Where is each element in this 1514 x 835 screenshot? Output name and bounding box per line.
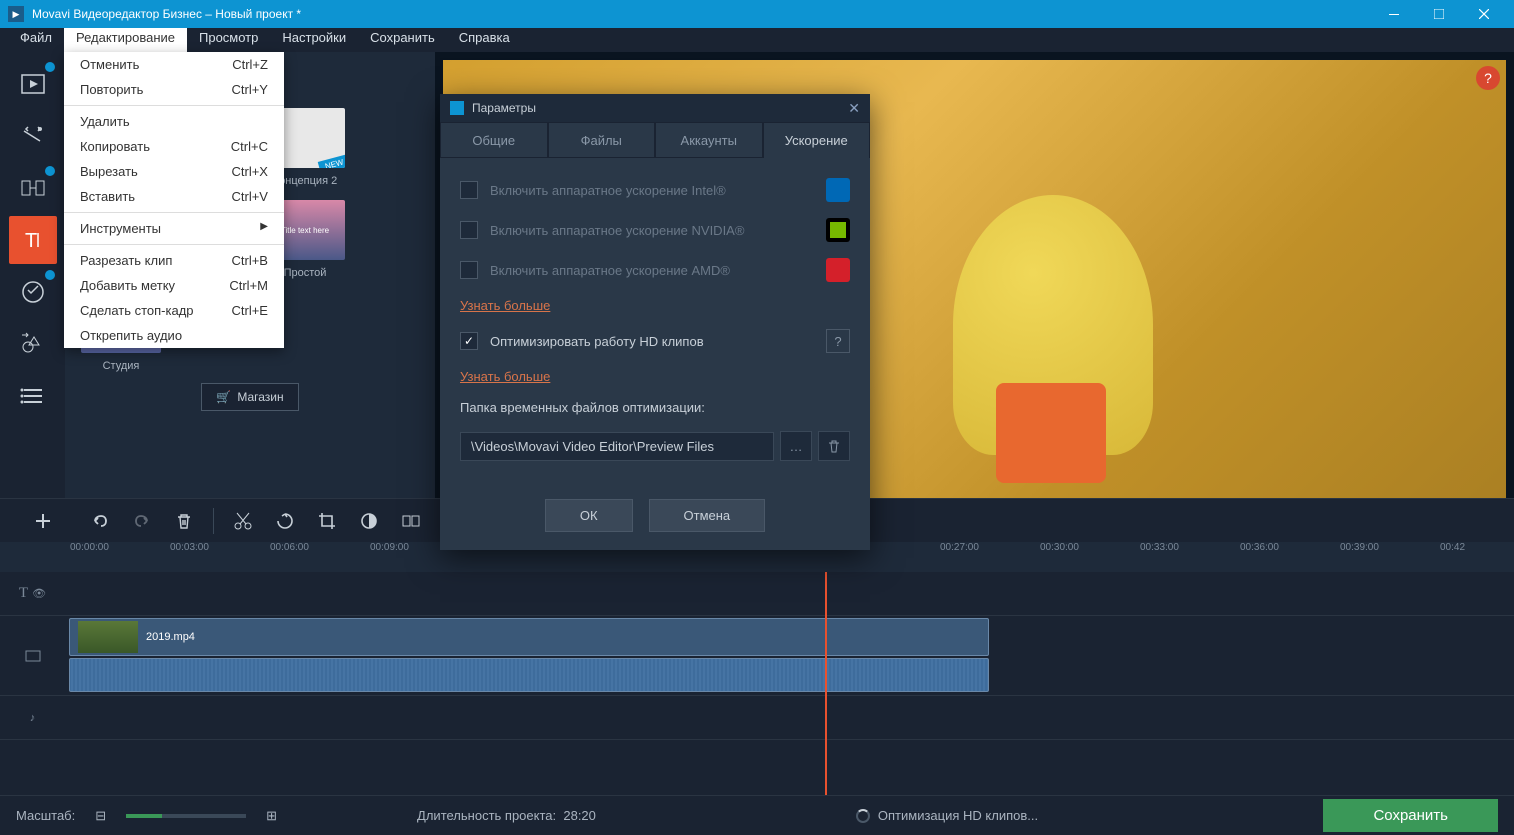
- dd-marker[interactable]: Добавить меткуCtrl+M: [64, 273, 284, 298]
- title-track[interactable]: [65, 572, 1514, 616]
- tab-general[interactable]: Общие: [440, 122, 548, 158]
- learn-more-hw-link[interactable]: Узнать больше: [460, 298, 850, 313]
- menu-settings[interactable]: Настройки: [270, 28, 358, 52]
- zoom-label: Масштаб:: [16, 808, 75, 823]
- delete-button[interactable]: [167, 504, 201, 538]
- dd-cut[interactable]: ВырезатьCtrl+X: [64, 159, 284, 184]
- ok-button[interactable]: ОК: [545, 499, 633, 532]
- dd-detach[interactable]: Открепить аудио: [64, 323, 284, 348]
- cancel-button[interactable]: Отмена: [649, 499, 766, 532]
- zoom-in-icon[interactable]: ⊞: [266, 808, 277, 824]
- window-title: Movavi Видеоредактор Бизнес – Новый прое…: [32, 7, 1371, 21]
- sidebar-stickers[interactable]: [9, 268, 57, 316]
- dd-tools[interactable]: Инструменты▶: [64, 216, 284, 241]
- amd-checkbox[interactable]: [460, 261, 478, 279]
- folder-path-input[interactable]: [460, 432, 774, 461]
- browse-button[interactable]: …: [780, 431, 812, 461]
- dd-freeze[interactable]: Сделать стоп-кадрCtrl+E: [64, 298, 284, 323]
- dd-delete[interactable]: Удалить: [64, 109, 284, 134]
- optimization-status: Оптимизация HD клипов...: [856, 808, 1038, 823]
- video-clip[interactable]: 2019.mp4: [69, 618, 989, 656]
- app-icon: ▶: [8, 6, 24, 22]
- maximize-button[interactable]: [1416, 0, 1461, 28]
- tab-accounts[interactable]: Аккаунты: [655, 122, 763, 158]
- rotate-button[interactable]: [268, 504, 302, 538]
- dd-paste[interactable]: ВставитьCtrl+V: [64, 184, 284, 209]
- cart-icon: 🛒: [216, 390, 231, 404]
- add-track-button[interactable]: [26, 504, 60, 538]
- svg-text:T: T: [25, 230, 37, 252]
- titlebar: ▶ Movavi Видеоредактор Бизнес – Новый пр…: [0, 0, 1514, 28]
- tab-files[interactable]: Файлы: [548, 122, 656, 158]
- playhead[interactable]: [825, 572, 827, 795]
- nvidia-icon: [826, 218, 850, 242]
- zoom-out-icon[interactable]: ⊟: [95, 808, 106, 824]
- nvidia-checkbox[interactable]: [460, 221, 478, 239]
- track-label-video[interactable]: [0, 616, 65, 696]
- dialog-icon: [450, 101, 464, 115]
- optimize-checkbox[interactable]: [460, 332, 478, 350]
- intel-checkbox[interactable]: [460, 181, 478, 199]
- dialog-close-button[interactable]: ✕: [848, 100, 860, 117]
- sidebar-shapes[interactable]: [9, 320, 57, 368]
- transition-button[interactable]: [394, 504, 428, 538]
- sidebar-titles[interactable]: T: [9, 216, 57, 264]
- sidebar-more[interactable]: [9, 372, 57, 420]
- statusbar: Масштаб: ⊟ ⊞ Длительность проекта: 28:20…: [0, 795, 1514, 835]
- save-button[interactable]: Сохранить: [1323, 799, 1498, 832]
- menu-view[interactable]: Просмотр: [187, 28, 270, 52]
- video-track[interactable]: 2019.mp4: [65, 616, 1514, 696]
- zoom-slider[interactable]: [126, 814, 246, 818]
- tab-acceleration[interactable]: Ускорение: [763, 122, 871, 158]
- menubar: Файл Редактирование ОтменитьCtrl+Z Повто…: [0, 28, 1514, 52]
- crop-button[interactable]: [310, 504, 344, 538]
- learn-more-opt-link[interactable]: Узнать больше: [460, 369, 850, 384]
- folder-label: Папка временных файлов оптимизации:: [460, 400, 850, 415]
- menu-help[interactable]: Справка: [447, 28, 522, 52]
- settings-dialog: Параметры ✕ Общие Файлы Аккаунты Ускорен…: [440, 94, 870, 550]
- dd-copy[interactable]: КопироватьCtrl+C: [64, 134, 284, 159]
- amd-icon: [826, 258, 850, 282]
- undo-button[interactable]: [83, 504, 117, 538]
- close-button[interactable]: [1461, 0, 1506, 28]
- intel-icon: [826, 178, 850, 202]
- dd-redo[interactable]: ПовторитьCtrl+Y: [64, 77, 284, 102]
- minimize-button[interactable]: [1371, 0, 1416, 28]
- track-label-audio[interactable]: ♪: [0, 696, 65, 740]
- dialog-titlebar[interactable]: Параметры ✕: [440, 94, 870, 122]
- timeline-content[interactable]: 2019.mp4: [65, 572, 1514, 795]
- sidebar-filters[interactable]: [9, 112, 57, 160]
- optimize-help-button[interactable]: ?: [826, 329, 850, 353]
- audio-waveform[interactable]: [69, 658, 989, 692]
- spinner-icon: [856, 809, 870, 823]
- cut-button[interactable]: [226, 504, 260, 538]
- redo-button[interactable]: [125, 504, 159, 538]
- dd-split[interactable]: Разрезать клипCtrl+B: [64, 248, 284, 273]
- color-button[interactable]: [352, 504, 386, 538]
- menu-edit[interactable]: Редактирование ОтменитьCtrl+Z ПовторитьC…: [64, 28, 187, 52]
- dd-undo[interactable]: ОтменитьCtrl+Z: [64, 52, 284, 77]
- shop-button[interactable]: 🛒 Магазин: [201, 383, 298, 411]
- edit-dropdown: ОтменитьCtrl+Z ПовторитьCtrl+Y Удалить К…: [64, 52, 284, 348]
- menu-save[interactable]: Сохранить: [358, 28, 447, 52]
- music-track[interactable]: [65, 696, 1514, 740]
- sidebar-transitions[interactable]: [9, 164, 57, 212]
- menu-file[interactable]: Файл: [8, 28, 64, 52]
- sidebar-media[interactable]: [9, 60, 57, 108]
- help-button[interactable]: ?: [1476, 66, 1500, 90]
- track-label-title[interactable]: T👁: [0, 572, 65, 616]
- clear-folder-button[interactable]: [818, 431, 850, 461]
